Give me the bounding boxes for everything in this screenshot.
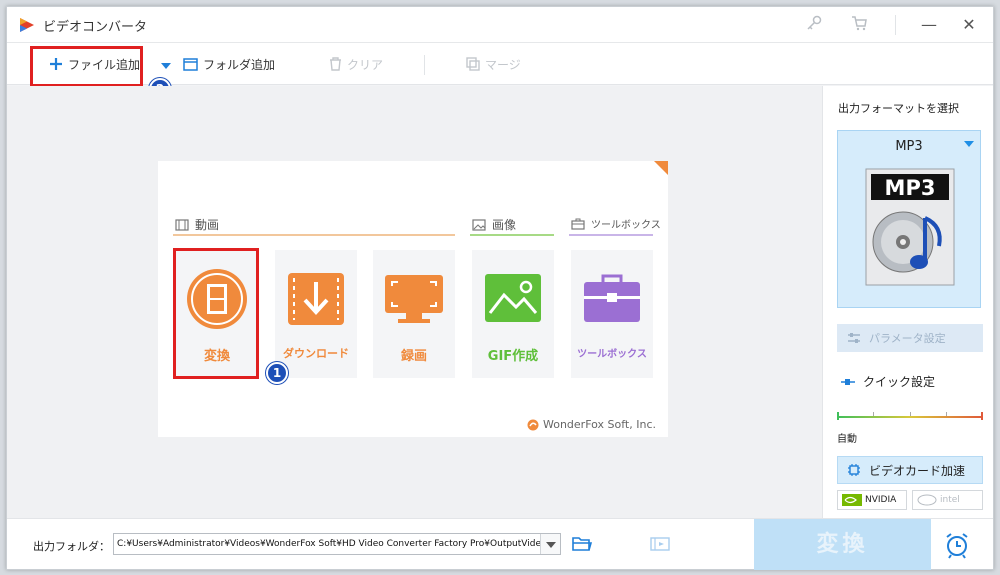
download-icon bbox=[288, 273, 344, 325]
title-divider bbox=[895, 15, 896, 35]
toolbar: ファイル追加 2 フォルダ追加 クリア マージ bbox=[7, 43, 993, 100]
slider-tick bbox=[946, 412, 947, 416]
tile-record-label: 録画 bbox=[400, 349, 427, 364]
app-logo-icon bbox=[20, 18, 34, 32]
wonderfox-logo-icon bbox=[527, 419, 539, 430]
toolbox-case-icon bbox=[584, 274, 640, 322]
merge-icon bbox=[466, 57, 480, 71]
film-icon bbox=[175, 218, 189, 231]
intel-option[interactable]: intel bbox=[912, 490, 983, 510]
app-window: ビデオコンバータ — ✕ ファイル追加 2 フォルダ追加 クリア マージ bbox=[6, 6, 994, 570]
image-icon bbox=[472, 218, 486, 231]
format-selector[interactable]: MP3 MP3 bbox=[837, 130, 981, 308]
minimize-button[interactable]: — bbox=[914, 13, 944, 37]
category-video: 動画 bbox=[175, 216, 219, 233]
tile-download[interactable]: ダウンロード bbox=[275, 250, 357, 378]
add-file-dropdown-arrow[interactable] bbox=[161, 63, 171, 69]
folder-add-icon bbox=[183, 58, 198, 71]
highlight-convert bbox=[173, 248, 259, 379]
main-area: 動画 画像 ツールボックス 変換 ダウンロード 録画 GIF作成 ツールボックス… bbox=[7, 86, 822, 518]
format-panel-title: 出力フォーマットを選択 bbox=[838, 102, 959, 115]
category-video-label: 動画 bbox=[195, 218, 220, 232]
quick-settings: クイック設定 bbox=[841, 373, 935, 390]
key-icon[interactable] bbox=[804, 15, 824, 35]
mp3-format-icon: MP3 bbox=[865, 168, 955, 286]
nvidia-logo-icon bbox=[842, 494, 862, 506]
output-preview-icon[interactable] bbox=[650, 536, 670, 552]
category-toolbox-line bbox=[569, 234, 653, 236]
alarm-clock-icon[interactable] bbox=[942, 530, 972, 560]
chip-icon bbox=[848, 464, 860, 476]
gpu-acceleration-button[interactable]: ビデオカード加速 bbox=[837, 456, 983, 484]
parameter-settings-label: パラメータ設定 bbox=[869, 332, 946, 345]
category-toolbox-label: ツールボックス bbox=[591, 220, 661, 231]
category-image-label: 画像 bbox=[492, 218, 517, 232]
record-screen-icon bbox=[385, 275, 443, 323]
title-bar: ビデオコンバータ — ✕ bbox=[7, 7, 993, 43]
trash-icon bbox=[330, 57, 341, 71]
tile-toolbox[interactable]: ツールボックス bbox=[571, 250, 653, 378]
intel-label: intel bbox=[940, 495, 960, 505]
gif-image-icon bbox=[485, 274, 541, 322]
bottom-bar: 出力フォルダ： C:¥Users¥Administrator¥Videos¥Wo… bbox=[7, 518, 993, 570]
open-folder-icon[interactable] bbox=[572, 536, 592, 552]
quality-slider[interactable] bbox=[837, 412, 983, 420]
category-video-line bbox=[173, 234, 455, 236]
quick-settings-icon bbox=[841, 378, 855, 385]
card-corner-mark bbox=[654, 161, 668, 175]
toolbar-divider bbox=[424, 55, 425, 75]
add-folder-label: フォルダ追加 bbox=[203, 57, 276, 72]
slider-tick bbox=[873, 412, 874, 416]
nvidia-option[interactable]: NVIDIA bbox=[837, 490, 907, 510]
output-folder-path[interactable]: C:¥Users¥Administrator¥Videos¥WonderFox … bbox=[113, 533, 561, 555]
tile-download-label: ダウンロード bbox=[283, 347, 349, 360]
mp3-icon-text: MP3 bbox=[885, 176, 936, 200]
add-folder-button[interactable]: フォルダ追加 bbox=[183, 54, 275, 74]
brand-text: WonderFox Soft, Inc. bbox=[543, 418, 656, 431]
cart-icon[interactable] bbox=[849, 15, 869, 35]
toolbox-icon bbox=[571, 218, 585, 230]
sliders-icon bbox=[848, 333, 860, 343]
format-name: MP3 bbox=[895, 139, 923, 154]
category-image-line bbox=[470, 234, 554, 236]
convert-button[interactable]: 変換 bbox=[754, 519, 931, 570]
slider-end bbox=[981, 412, 983, 420]
parameter-settings-button[interactable]: パラメータ設定 bbox=[837, 324, 983, 352]
tile-gif-label: GIF作成 bbox=[487, 349, 539, 364]
step-badge-1: 1 bbox=[266, 362, 288, 384]
nvidia-label: NVIDIA bbox=[865, 495, 897, 505]
category-image: 画像 bbox=[472, 216, 516, 233]
brand-label: WonderFox Soft, Inc. bbox=[527, 418, 656, 431]
merge-label: マージ bbox=[485, 57, 521, 72]
function-card: 動画 画像 ツールボックス 変換 ダウンロード 録画 GIF作成 ツールボックス… bbox=[158, 161, 668, 437]
tile-toolbox-label: ツールボックス bbox=[577, 349, 647, 360]
output-folder-dropdown[interactable] bbox=[540, 534, 560, 554]
intel-logo-icon bbox=[917, 494, 937, 506]
slider-tick bbox=[910, 412, 911, 416]
format-dropdown-arrow[interactable] bbox=[964, 141, 974, 147]
quick-settings-label: クイック設定 bbox=[863, 375, 936, 389]
app-title: ビデオコンバータ bbox=[43, 20, 148, 35]
clear-button[interactable]: クリア bbox=[329, 54, 383, 74]
quality-level-label: 自動 bbox=[837, 434, 857, 445]
output-format-panel: 出力フォーマットを選択 MP3 MP3 パラメータ設定 クイック設定 自動 ビデ… bbox=[822, 86, 993, 518]
merge-button[interactable]: マージ bbox=[466, 54, 521, 74]
tile-record[interactable]: 録画 bbox=[373, 250, 455, 378]
category-toolbox: ツールボックス bbox=[571, 216, 661, 231]
slider-handle[interactable] bbox=[837, 412, 839, 420]
output-folder-path-text: C:¥Users¥Administrator¥Videos¥WonderFox … bbox=[117, 539, 553, 549]
gpu-acceleration-label: ビデオカード加速 bbox=[869, 463, 966, 478]
output-folder-label: 出力フォルダ： bbox=[33, 540, 110, 553]
tile-gif[interactable]: GIF作成 bbox=[472, 250, 554, 378]
highlight-add-file bbox=[30, 46, 143, 87]
close-button[interactable]: ✕ bbox=[954, 13, 984, 37]
clear-label: クリア bbox=[347, 57, 384, 72]
